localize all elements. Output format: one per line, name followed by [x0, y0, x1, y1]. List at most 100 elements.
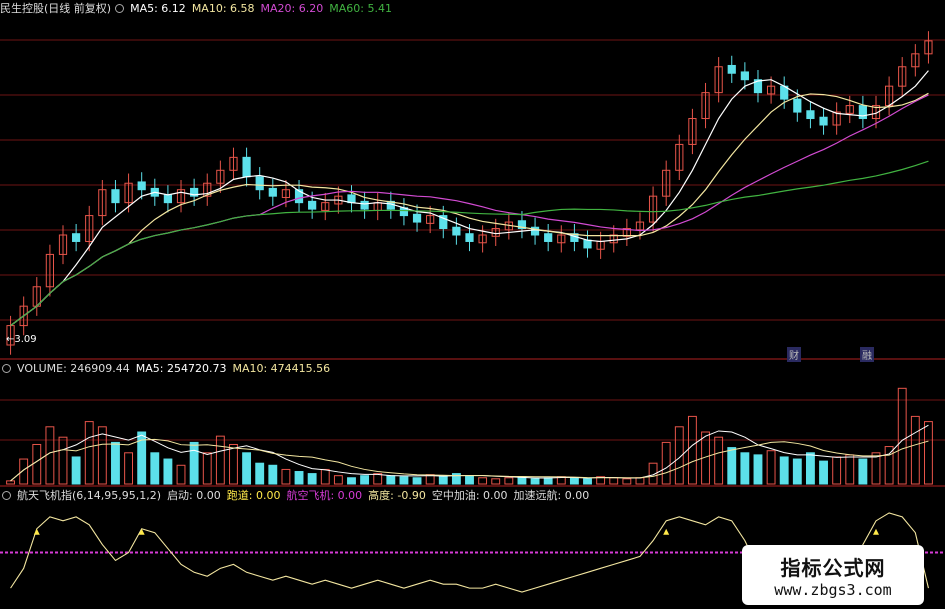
volume-bar — [622, 478, 632, 485]
low-price-value: 3.09 — [14, 334, 37, 345]
height-label: 高度: -0.90 — [368, 489, 426, 502]
volume-bar — [779, 456, 789, 485]
volume-bar — [832, 456, 842, 485]
volume-bar — [845, 454, 855, 485]
volume-bar — [884, 446, 894, 485]
ma60-label: MA60: 5.41 — [329, 2, 392, 15]
ma10-line — [10, 92, 929, 327]
candle-body — [72, 233, 81, 242]
indicator-header: 航天飞机指(6,14,95,95,1,2) 启动: 0.00 跑道: 0.00 航空飞… — [0, 489, 595, 503]
volume-bar — [386, 475, 396, 485]
indicator-name: 航天飞机指(6,14,95,95,1,2) — [17, 489, 162, 502]
candle-body — [412, 213, 422, 223]
volume-bar — [766, 450, 776, 485]
volume-bar — [347, 477, 356, 485]
ma20-line — [10, 94, 929, 327]
volume-bar — [255, 462, 265, 485]
volume-bar — [412, 477, 422, 485]
volume-bar — [84, 421, 94, 485]
volume-bar — [910, 415, 920, 485]
volume-bar — [189, 441, 199, 485]
volume-bar — [268, 464, 278, 485]
volume-bar — [740, 452, 750, 485]
volume-bar — [6, 480, 15, 485]
candle-body — [242, 156, 251, 178]
watermark-title: 指标公式网 — [780, 555, 886, 580]
volume-bar — [229, 443, 238, 485]
stock-chart — [0, 31, 945, 593]
volume-bar — [635, 477, 645, 485]
signal-triangle-icon — [663, 528, 670, 535]
finance-tag[interactable]: 财 — [787, 347, 801, 362]
candle-body — [465, 233, 474, 242]
volume-ma5-line — [10, 424, 929, 482]
candle-body — [360, 200, 369, 210]
volume-bar — [97, 426, 107, 485]
volume-bar — [687, 415, 697, 485]
stock-title: 民生控股(日线 前复权) — [0, 2, 112, 15]
volume-bar — [714, 436, 724, 485]
low-price-annotation: ←3.09 — [6, 334, 37, 345]
signal-triangle-icon — [33, 528, 40, 535]
volume-bar — [19, 458, 29, 485]
volume-bar — [609, 477, 619, 485]
aircraft-label: 航空飞机: 0.00 — [286, 489, 363, 502]
volume-bar — [897, 387, 907, 485]
candle-body — [583, 239, 592, 249]
candle-body — [163, 194, 173, 204]
volume-bar — [124, 452, 134, 485]
candle-body — [111, 189, 120, 204]
volume-bar — [491, 478, 501, 485]
accel-label: 加速远航: 0.00 — [513, 489, 590, 502]
runway-label: 跑道: 0.00 — [226, 489, 281, 502]
volume-ma10-line — [10, 438, 929, 482]
volume-bar — [792, 458, 802, 485]
watermark-box: 指标公式网 www.zbgs3.com — [742, 545, 924, 605]
volume-bar — [438, 475, 448, 485]
volume-bar — [176, 464, 186, 485]
volume-bar — [727, 447, 737, 485]
volume-bar — [58, 436, 68, 485]
volume-bar — [45, 426, 55, 485]
candle-body — [806, 110, 815, 120]
candle-body — [137, 181, 146, 191]
vol-ma5-label: MA5: 254720.73 — [135, 362, 227, 375]
candle-body — [727, 64, 736, 74]
ma20-label: MA20: 6.20 — [260, 2, 324, 15]
refuel-label: 空中加油: 0.00 — [431, 489, 508, 502]
volume-bar — [504, 477, 514, 485]
margin-tag[interactable]: 融 — [860, 347, 874, 362]
candle-body — [308, 200, 317, 210]
volume-bar — [819, 460, 828, 485]
volume-bar — [71, 456, 81, 485]
candle-body — [268, 187, 277, 197]
volume-bar — [583, 478, 592, 485]
price-header: 民生控股(日线 前复权) MA5: 6.12 MA10: 6.58 MA20: 6.2… — [0, 2, 398, 16]
candle-body — [740, 71, 749, 81]
settings-circle-icon[interactable] — [115, 4, 125, 13]
volume-bar — [294, 471, 304, 485]
volume-bar — [215, 435, 225, 485]
indicator-settings-icon[interactable] — [2, 491, 11, 500]
ma10-label: MA10: 6.58 — [191, 2, 255, 15]
volume-settings-icon[interactable] — [2, 364, 11, 373]
margin-tag-label: 融 — [862, 351, 872, 362]
candle-body — [452, 226, 461, 236]
volume-bar — [543, 477, 553, 485]
volume-bar — [307, 473, 317, 485]
volume-bar — [32, 443, 42, 485]
volume-bar — [753, 454, 763, 485]
volume-bar — [871, 452, 881, 485]
candle-body — [544, 233, 553, 242]
start-label: 启动: 0.00 — [167, 489, 221, 502]
signal-triangle-icon — [872, 528, 879, 535]
volume-bar — [202, 452, 212, 485]
volume-bar — [163, 458, 173, 485]
candle-body — [819, 116, 828, 126]
volume-bar — [360, 475, 370, 485]
ma5-label: MA5: 6.12 — [130, 2, 186, 15]
finance-tag-label: 财 — [789, 351, 799, 362]
candle-body — [858, 105, 867, 120]
volume-bar — [858, 458, 868, 485]
volume-bar — [281, 468, 291, 485]
